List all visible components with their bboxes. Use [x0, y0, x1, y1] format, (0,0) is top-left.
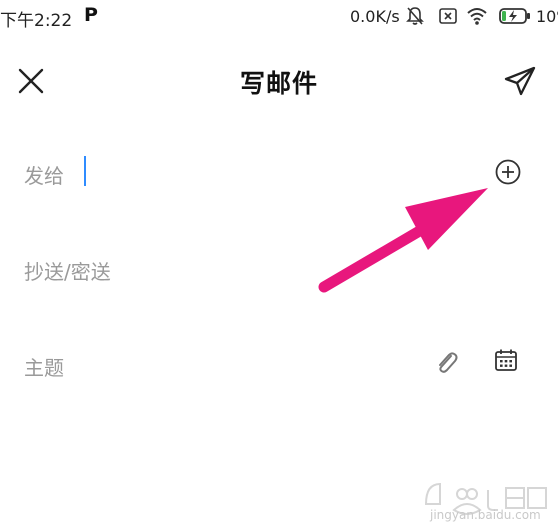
status-battery-text: 10%	[536, 7, 558, 26]
subject-label[interactable]: 主题	[24, 352, 64, 381]
text-cursor	[84, 156, 86, 186]
status-app-letter: P	[84, 4, 98, 26]
wifi-icon	[467, 8, 487, 25]
mute-icon	[406, 7, 424, 25]
paperclip-icon	[439, 352, 458, 373]
status-time: 下午2:22	[0, 11, 73, 31]
send-icon	[504, 66, 536, 96]
calendar-button[interactable]	[494, 348, 518, 372]
send-button[interactable]	[502, 64, 538, 98]
page-title: 写邮件	[239, 69, 318, 98]
battery-charging-icon	[499, 8, 530, 24]
calendar-icon	[495, 349, 517, 371]
recipient-label: 发给	[24, 164, 64, 188]
add-circle-icon	[495, 159, 521, 185]
watermark-text: jingyan.baidu.com	[430, 508, 541, 522]
add-recipient-button[interactable]	[494, 158, 522, 186]
status-net-speed: 0.0K/s	[350, 7, 400, 26]
cc-bcc-label[interactable]: 抄送/密送	[24, 256, 111, 285]
status-bar: 下午2:22 P 0.0K/s 10%	[0, 0, 558, 34]
attach-button[interactable]	[432, 348, 460, 376]
sim-x-icon	[439, 8, 457, 24]
